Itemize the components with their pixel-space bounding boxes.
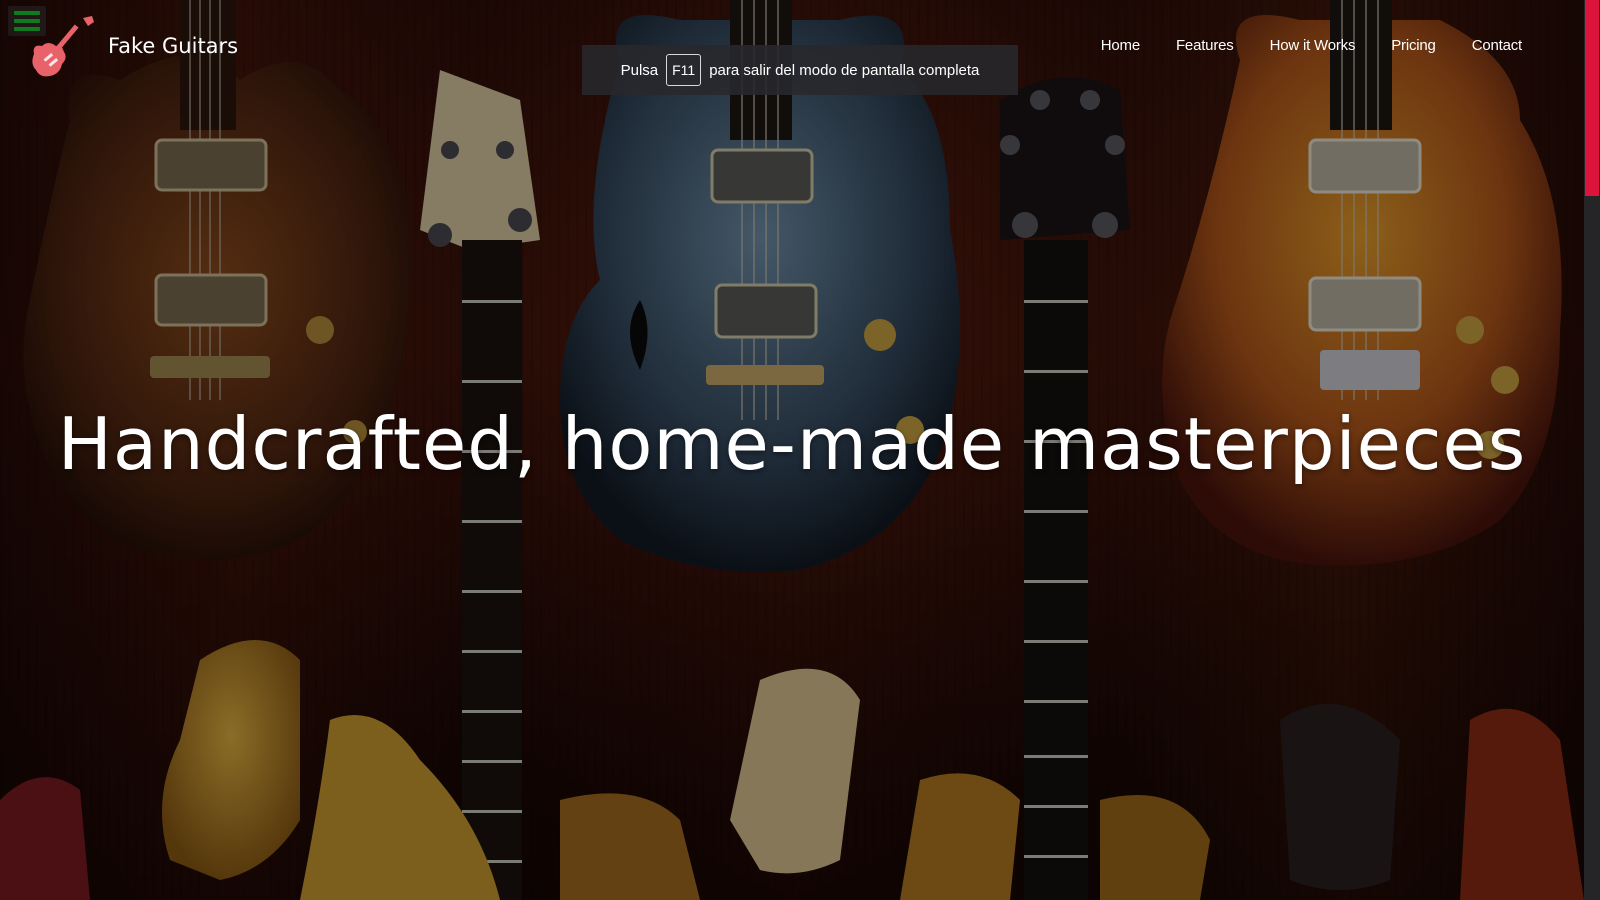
fullscreen-notice-key: F11 bbox=[666, 54, 702, 86]
scrollbar-thumb[interactable] bbox=[1585, 0, 1599, 196]
nav-link-contact[interactable]: Contact bbox=[1472, 37, 1522, 54]
nav-link-home[interactable]: Home bbox=[1101, 37, 1140, 54]
nav-link-pricing[interactable]: Pricing bbox=[1391, 37, 1436, 54]
guitar-icon bbox=[32, 16, 94, 77]
brand-name[interactable]: Fake Guitars bbox=[108, 34, 238, 58]
main-nav: Home Features How it Works Pricing Conta… bbox=[1101, 37, 1522, 54]
page-viewport: Fake Guitars Home Features How it Works … bbox=[0, 0, 1584, 900]
hero-title: Handcrafted, home-made masterpieces bbox=[57, 402, 1527, 486]
nav-link-how-it-works[interactable]: How it Works bbox=[1270, 37, 1356, 54]
fullscreen-notice: Pulsa F11 para salir del modo de pantall… bbox=[582, 45, 1018, 95]
page-scrollbar[interactable] bbox=[1584, 0, 1600, 900]
fullscreen-notice-prefix: Pulsa bbox=[620, 61, 659, 79]
nav-link-features[interactable]: Features bbox=[1176, 37, 1234, 54]
brand[interactable]: Fake Guitars bbox=[28, 14, 238, 82]
fullscreen-notice-suffix: para salir del modo de pantalla completa bbox=[709, 61, 980, 79]
